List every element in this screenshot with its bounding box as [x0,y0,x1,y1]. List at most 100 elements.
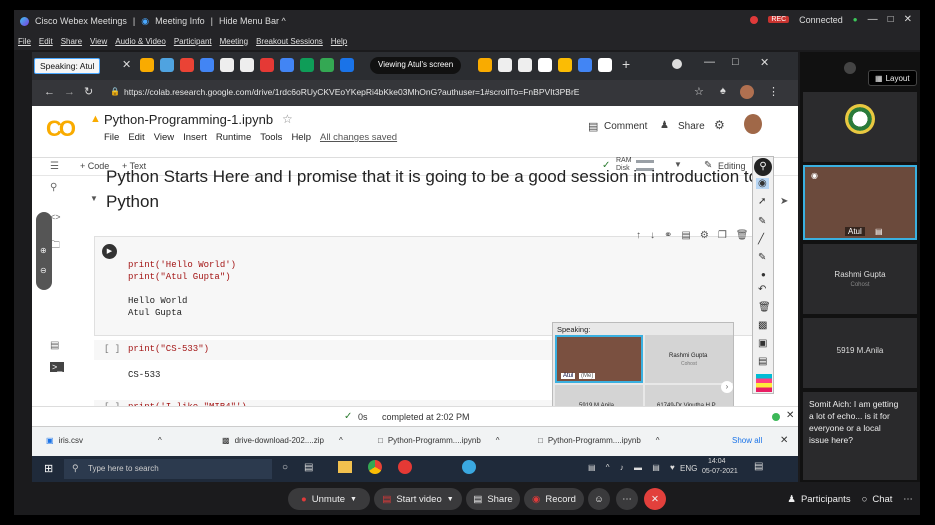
menu-meeting[interactable]: Meeting [220,37,248,46]
run-cell-button[interactable]: ▶ [102,244,117,259]
star-icon[interactable]: ☆ [282,112,293,126]
tab-icon-11[interactable] [578,58,592,72]
tab-icon-gmail[interactable] [180,58,194,72]
chrome-icon[interactable] [368,460,382,474]
status-close-icon[interactable]: ✕ [786,410,794,421]
tab-icon-github[interactable] [220,58,234,72]
comment-button[interactable]: Comment [604,121,647,132]
windows-start-icon[interactable]: ⊞ [44,462,53,475]
minimize-button[interactable]: — [868,14,878,25]
tab-icon-github-3[interactable] [518,58,532,72]
browser-menu-icon[interactable]: ⋮ [768,85,779,98]
tab-icon-7[interactable] [320,58,334,72]
reactions-button[interactable]: ☺ [588,488,610,510]
tab-icon-5[interactable] [280,58,294,72]
comment-cell-icon[interactable]: ▤ [681,230,690,241]
taskbar-search-input[interactable]: Type here to search [88,464,159,473]
chat-button[interactable]: ○ Chat [856,488,898,510]
download-item-4[interactable]: □ Python-Programm....ipynb ^ [538,436,660,445]
tab-icon-3[interactable] [240,58,254,72]
tile-atul-video[interactable]: ◉ Atul ▤ [803,165,917,240]
share-people-icon[interactable]: ♟ [660,120,669,131]
settings-gear-icon[interactable]: ⚙ [714,118,725,132]
tab-close-icon[interactable]: ✕ [122,58,131,71]
close-button[interactable]: ✕ [904,14,912,25]
tab-icon-google-2[interactable] [598,58,612,72]
profile-dot-icon[interactable] [672,59,682,69]
tile-rashmi[interactable]: Rashmi Gupta Cohost [803,244,917,314]
tab-icon-docs[interactable] [200,58,214,72]
colab-menu-file[interactable]: File [104,132,119,143]
colab-menu-help[interactable]: Help [291,132,311,143]
annotation-save-icon[interactable]: ▣ [758,338,767,349]
menu-view[interactable]: View [90,37,107,46]
menu-share[interactable]: Share [61,37,82,46]
end-meeting-button[interactable]: ✕ [644,488,666,510]
tray-language[interactable]: ENG [680,464,697,473]
menu-breakout[interactable]: Breakout Sessions [256,37,323,46]
more-options-button[interactable]: ⋯ [616,488,638,510]
code-cell-1[interactable] [94,236,764,336]
terminal-icon[interactable]: >_ [50,362,65,372]
tile-anila[interactable]: 5919 M.Anila [803,318,917,388]
annotation-line-icon[interactable]: ╱ [758,234,764,245]
delete-cell-icon[interactable]: 🗑 [736,230,749,241]
participants-button[interactable]: ♟ Participants [784,488,854,510]
forward-icon[interactable]: → [64,86,75,98]
mirror-cell-icon[interactable]: ❐ [718,230,727,241]
app-red-icon[interactable] [398,460,412,474]
annotation-dot-icon[interactable]: ● [761,270,766,279]
tab-icon-1[interactable] [140,58,154,72]
annotation-pin-icon[interactable]: ⚲ [754,158,772,176]
cortana-icon[interactable]: ○ [282,462,288,473]
menu-participant[interactable]: Participant [174,37,212,46]
meeting-info-link[interactable]: Meeting Info [155,16,205,26]
tab-icon-9[interactable] [478,58,492,72]
browser-close-button[interactable]: ✕ [760,56,769,69]
notification-icon[interactable]: ▤ [754,461,763,472]
colab-menu-runtime[interactable]: Runtime [216,132,251,143]
unmute-button[interactable]: ● Unmute ▼ [288,488,370,510]
tab-icon-google[interactable] [538,58,552,72]
popup-tile-rashmi[interactable] [645,335,733,383]
download-item-1-chevron-icon[interactable]: ^ [158,436,162,445]
task-view-icon[interactable]: ▤ [304,462,313,473]
unmute-chevron-icon[interactable]: ▼ [350,496,357,503]
extensions-icon[interactable]: ♠ [720,85,726,97]
reload-icon[interactable]: ↻ [84,85,93,98]
download-item-4-chevron-icon[interactable]: ^ [656,436,660,445]
back-icon[interactable]: ← [44,86,55,98]
tab-icon-github-2[interactable] [498,58,512,72]
download-item-3-chevron-icon[interactable]: ^ [496,436,500,445]
download-item-1[interactable]: ▣ iris.csv ^ [46,436,162,445]
colab-menu-tools[interactable]: Tools [260,132,282,143]
bookmark-star-icon[interactable]: ☆ [694,85,704,98]
panel-more-button[interactable]: ⋯ [898,488,918,510]
layout-button[interactable]: ▦ Layout [868,70,917,86]
toc-icon[interactable]: ☰ [50,161,59,172]
hide-menu-bar-link[interactable]: Hide Menu Bar ^ [219,16,286,26]
show-all-button[interactable]: Show all [732,436,762,445]
annotation-pointer-icon[interactable]: ➚ [758,196,766,207]
menu-help[interactable]: Help [331,37,347,46]
comment-icon[interactable]: ▤ [588,120,598,133]
share-button[interactable]: Share [678,121,705,132]
video-chevron-icon[interactable]: ▼ [447,496,454,503]
browser-minimize-button[interactable]: — [704,56,715,68]
profile-avatar[interactable] [740,85,754,99]
link-icon[interactable]: ⚭ [664,230,672,241]
saved-status-link[interactable]: All changes saved [320,132,397,143]
webex-taskbar-icon[interactable] [462,460,476,474]
annotation-color-palette[interactable] [756,374,772,392]
annotation-clipboard-icon[interactable]: ▤ [758,356,767,367]
annotation-stamp-icon[interactable]: ▩ [758,320,767,331]
annotation-erase-icon[interactable]: 🗑 [758,302,771,313]
move-down-icon[interactable]: ↓ [650,230,655,241]
new-tab-button[interactable]: + [622,56,630,72]
restore-button[interactable]: □ [888,14,894,25]
download-item-3[interactable]: □ Python-Programm....ipynb ^ [378,436,500,445]
colab-menu-insert[interactable]: Insert [183,132,207,143]
notebook-title[interactable]: Python-Programming-1.ipynb [104,112,273,127]
zoom-in-icon[interactable]: ⊕ [40,246,47,255]
file-explorer-icon[interactable] [338,461,352,473]
